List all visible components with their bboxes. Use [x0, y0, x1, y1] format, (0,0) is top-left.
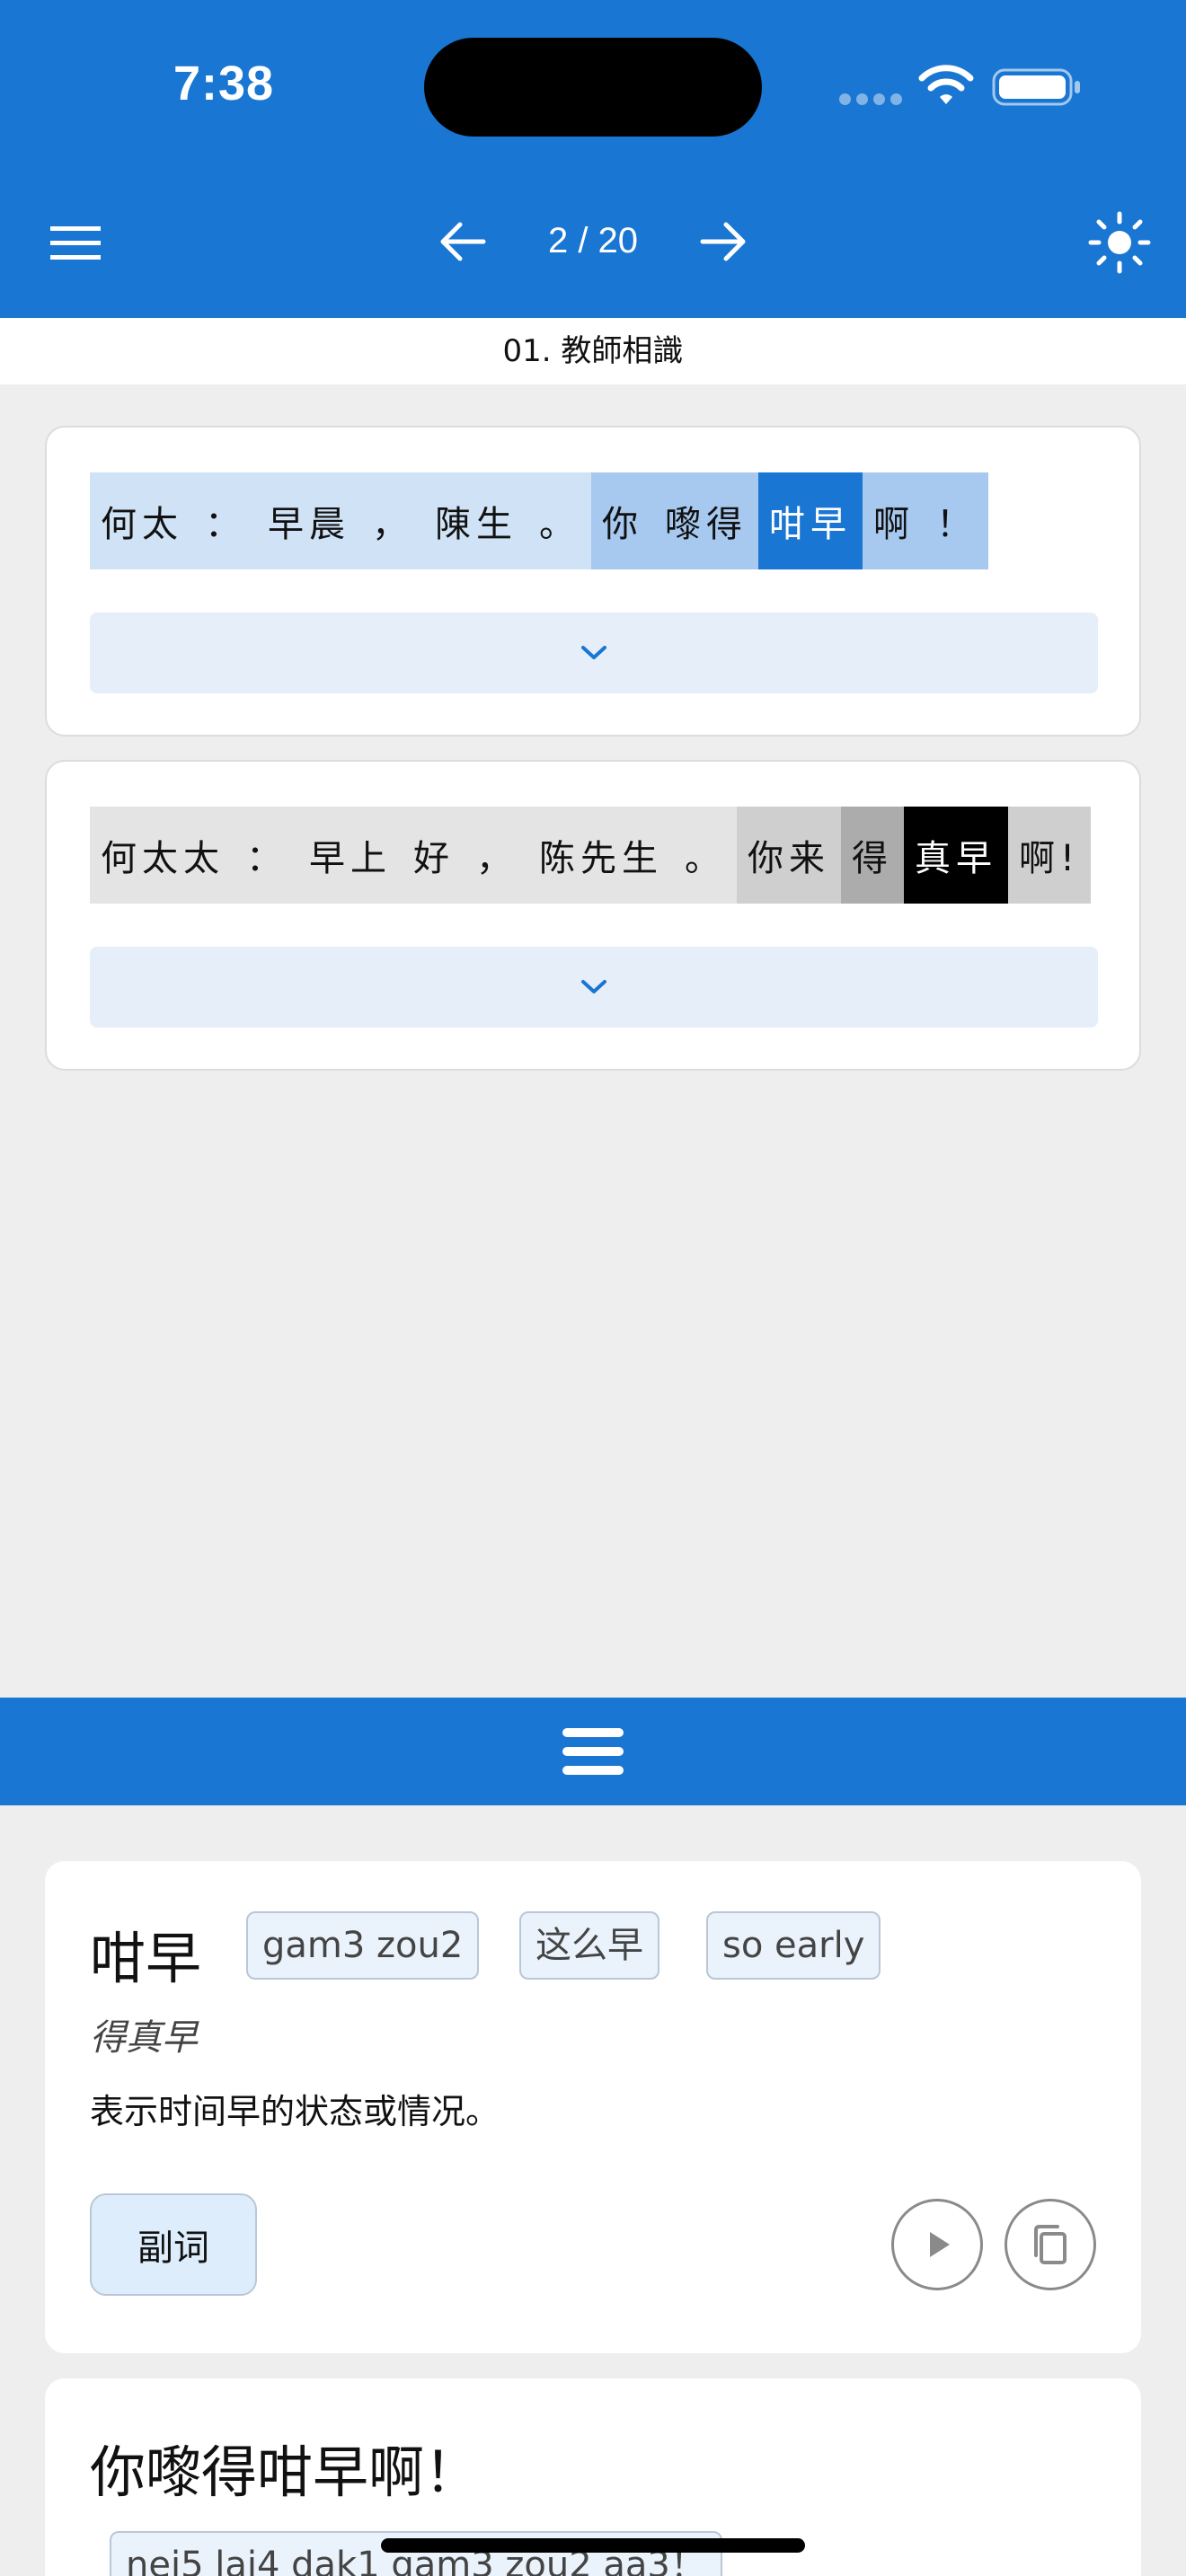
word-detail-card: 咁早 gam3 zou2 这么早 so early 得真早 表示时间早的状态或情…: [45, 1861, 1141, 2353]
sentence-token[interactable]: 啊!: [1008, 807, 1092, 904]
app-screen: 7:38 2 / 20 01. 教師相識 何太 ： 早晨 ， 陳生 。 你 嚟得…: [0, 0, 1186, 2576]
home-indicator[interactable]: [381, 2538, 805, 2553]
token-text: 啊!: [1019, 838, 1081, 879]
sentence-token[interactable]: 你: [591, 472, 654, 569]
part-of-speech-chip[interactable]: 副词: [90, 2193, 257, 2296]
sentence-token[interactable]: 。: [674, 807, 737, 904]
sentence-token[interactable]: 啊: [863, 472, 925, 569]
sentence-token[interactable]: 真早: [904, 807, 1008, 904]
sentence-token[interactable]: 好: [403, 807, 465, 904]
sentence-token[interactable]: 何太: [90, 472, 194, 569]
copy-icon: [1034, 2225, 1067, 2264]
token-text: 嚟得: [665, 504, 748, 545]
arrow-right-icon[interactable]: [694, 212, 753, 271]
play-icon: [930, 2232, 950, 2257]
sentence-token[interactable]: 咁早: [758, 472, 863, 569]
token-text: 何太: [101, 504, 183, 545]
word-variant: 得真早: [90, 2017, 198, 2059]
expand-button[interactable]: [90, 947, 1098, 1028]
sentence-token[interactable]: ：: [235, 807, 298, 904]
token-text: 你来: [748, 838, 830, 879]
arrow-left-icon[interactable]: [433, 212, 492, 271]
sentence-token[interactable]: 陳生: [424, 472, 528, 569]
token-text: 你: [602, 504, 643, 545]
sentence-token[interactable]: 。: [528, 472, 591, 569]
token-text: 早上: [309, 838, 392, 879]
sentence-token[interactable]: 早晨: [257, 472, 361, 569]
battery-icon: [992, 68, 1080, 106]
status-time: 7:38: [173, 57, 275, 110]
page-counter: 2 / 20: [547, 221, 639, 260]
sun-icon[interactable]: [1087, 210, 1152, 275]
dynamic-island: [424, 38, 762, 137]
token-text: 好: [413, 838, 455, 879]
token-text: 啊: [873, 504, 915, 545]
sentence-token[interactable]: ，: [465, 807, 528, 904]
token-text: 得: [852, 838, 893, 879]
english-chip[interactable]: so early: [706, 1911, 881, 1980]
token-text: ！: [936, 504, 978, 545]
token-text: 咁早: [769, 504, 852, 545]
example-sentence: 你嚟得咁早啊！: [90, 2439, 481, 2505]
sentence-token[interactable]: 你来: [737, 807, 841, 904]
token-text: ，: [476, 838, 518, 879]
token-row: 何太太 ： 早上好 ， 陈先生。你来得真早 啊!: [90, 807, 1092, 904]
mandarin-chip[interactable]: 这么早: [519, 1911, 659, 1980]
wifi-icon: [918, 65, 974, 104]
token-text: 陈先生: [539, 838, 663, 879]
menu-icon[interactable]: [49, 221, 102, 266]
token-text: 陳生: [435, 504, 518, 545]
expand-button[interactable]: [90, 613, 1098, 693]
token-text: 何太太: [101, 838, 225, 879]
word-definition: 表示时间早的状态或情况。: [90, 2092, 500, 2131]
copy-button[interactable]: [1005, 2199, 1096, 2290]
token-text: ，: [372, 504, 413, 545]
sentence-token[interactable]: 陈先生: [528, 807, 674, 904]
sentence-token[interactable]: ，: [361, 472, 424, 569]
token-text: 。: [685, 838, 726, 879]
sentence-card-cantonese: 何太 ： 早晨 ， 陳生。你嚟得 咁早啊 ！: [45, 426, 1141, 737]
play-button[interactable]: [891, 2199, 983, 2290]
token-text: 。: [539, 504, 580, 545]
token-text: 真早: [915, 838, 997, 879]
drawer-handle[interactable]: [0, 1698, 1186, 1805]
sentence-token[interactable]: 嚟得: [654, 472, 758, 569]
sentence-token[interactable]: 何太太: [90, 807, 235, 904]
sentence-card-mandarin: 何太太 ： 早上好 ， 陈先生。你来得真早 啊!: [45, 760, 1141, 1071]
word-headword: 咁早: [90, 1926, 202, 1991]
drawer-menu-icon: [562, 1728, 624, 1775]
chevron-down-icon: [581, 646, 606, 659]
lesson-title: 01. 教師相識: [0, 318, 1186, 384]
sentence-token[interactable]: 得: [841, 807, 904, 904]
jyutping-chip[interactable]: gam3 zou2: [246, 1911, 480, 1980]
token-text: 早晨: [268, 504, 350, 545]
app-header: 7:38 2 / 20: [0, 0, 1186, 318]
token-text: ：: [246, 838, 288, 879]
cellular-signal-icon: [839, 93, 902, 106]
status-icons: [839, 54, 1082, 117]
toolbar: 2 / 20: [0, 185, 1186, 302]
chevron-down-icon: [581, 980, 606, 993]
sentence-token[interactable]: ：: [194, 472, 257, 569]
token-text: ：: [205, 504, 246, 545]
token-row: 何太 ： 早晨 ， 陳生。你嚟得 咁早啊 ！: [90, 472, 988, 569]
sentence-token[interactable]: 早上: [298, 807, 403, 904]
sentence-token[interactable]: ！: [925, 472, 988, 569]
